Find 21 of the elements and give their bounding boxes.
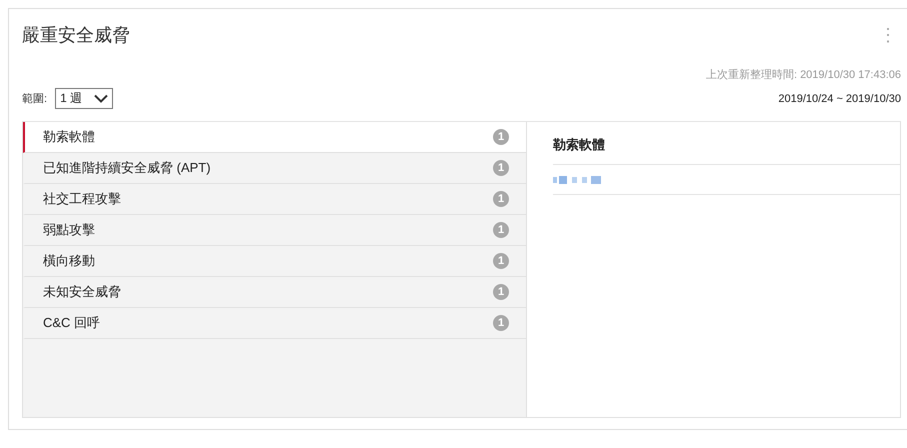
caret-icon: [94, 94, 108, 103]
category-item[interactable]: 勒索軟體 1: [23, 122, 526, 153]
category-item[interactable]: 已知進階持續安全威脅 (APT) 1: [23, 153, 526, 184]
count-badge: 1: [493, 160, 509, 176]
widget-title: 嚴重安全威脅: [22, 24, 130, 47]
detail-title: 勒索軟體: [553, 122, 900, 165]
category-item[interactable]: 弱點攻擊 1: [23, 215, 526, 246]
date-range: 2019/10/24 ~ 2019/10/30: [778, 92, 901, 104]
category-item[interactable]: C&C 回呼 1: [23, 308, 526, 339]
range-dropdown[interactable]: 1 週: [55, 88, 114, 109]
category-item[interactable]: 社交工程攻擊 1: [23, 184, 526, 215]
count-badge: 1: [493, 222, 509, 238]
count-badge: 1: [493, 129, 509, 145]
count-badge: 1: [493, 284, 509, 300]
range-label: 範圍:: [22, 92, 48, 106]
count-badge: 1: [493, 191, 509, 207]
count-badge: 1: [493, 315, 509, 331]
category-item[interactable]: 橫向移動 1: [23, 246, 526, 277]
category-item[interactable]: 未知安全威脅 1: [23, 277, 526, 308]
last-refresh-time: 上次重新整理時間: 2019/10/30 17:43:06: [706, 68, 901, 82]
count-badge: 1: [493, 253, 509, 269]
